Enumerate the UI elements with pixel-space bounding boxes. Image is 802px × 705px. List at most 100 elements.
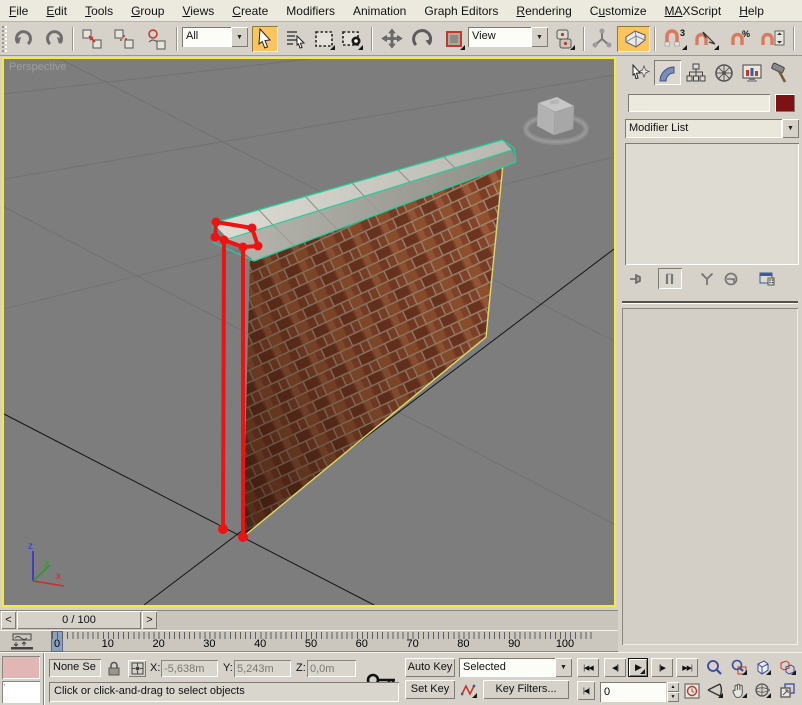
track-bar[interactable]: 0102030405060708090100: [0, 630, 618, 652]
selection-filter-combo[interactable]: All ▼: [182, 27, 248, 47]
menu-item-graph-editors[interactable]: Graph Editors: [415, 2, 507, 20]
dropdown-arrow-icon[interactable]: ▼: [555, 658, 572, 677]
maxscript-listener-macro[interactable]: [2, 656, 40, 679]
box-object[interactable]: [526, 97, 586, 142]
maxscript-listener-input[interactable]: ': [2, 681, 40, 703]
absolute-offset-mode-icon[interactable]: [128, 660, 146, 677]
show-end-result-button[interactable]: [658, 268, 682, 289]
time-configuration-button[interactable]: [682, 681, 701, 701]
menu-item-views[interactable]: Views: [173, 2, 223, 20]
modifier-list-dropdown[interactable]: Modifier List ▼: [625, 119, 799, 138]
bind-to-space-warp-button[interactable]: [143, 26, 169, 52]
field-of-view-button[interactable]: [704, 681, 725, 700]
window-crossing-toggle-button[interactable]: [339, 26, 365, 52]
menu-item-edit[interactable]: Edit: [37, 2, 76, 20]
selection-lock-icon[interactable]: [105, 660, 123, 677]
z-coordinate-field[interactable]: [307, 660, 356, 677]
object-color-swatch[interactable]: [775, 94, 795, 112]
menu-item-customize[interactable]: Customize: [581, 2, 656, 20]
key-filters-button[interactable]: Key Filters...: [483, 680, 569, 699]
previous-frame-arrow[interactable]: <: [1, 611, 16, 629]
tab-create[interactable]: [626, 60, 653, 85]
redo-button[interactable]: [40, 26, 66, 52]
reference-coordsys-combo[interactable]: View ▼: [468, 27, 548, 47]
menu-item-rendering[interactable]: Rendering: [507, 2, 580, 20]
ruler-label: 90: [499, 638, 529, 650]
select-and-rotate-button[interactable]: [409, 26, 435, 52]
3dsmax-window: FileEditToolsGroupViewsCreateModifiersAn…: [0, 0, 802, 705]
next-frame-arrow[interactable]: >: [142, 611, 157, 629]
undo-button[interactable]: [12, 26, 38, 52]
current-frame-field[interactable]: [600, 682, 666, 702]
zoom-button[interactable]: [704, 658, 725, 677]
default-tangent-button[interactable]: [459, 680, 479, 700]
keyboard-shortcut-override-button[interactable]: [617, 26, 650, 52]
timeline-ruler[interactable]: 0102030405060708090100: [44, 631, 618, 652]
frame-spinner-down[interactable]: ▼: [667, 692, 679, 702]
rectangular-selection-region-button[interactable]: [311, 26, 337, 52]
percent-snap-toggle-button[interactable]: %: [727, 26, 757, 52]
tab-modify[interactable]: [654, 60, 681, 85]
arc-rotate-button[interactable]: [752, 681, 773, 700]
tab-hierarchy[interactable]: [682, 60, 709, 85]
toolbar-separator: [176, 27, 178, 51]
dropdown-arrow-icon[interactable]: ▼: [782, 119, 799, 138]
x-coordinate-field[interactable]: [161, 660, 218, 677]
viewport-scene: z y x: [4, 59, 614, 605]
min-max-toggle-button[interactable]: [777, 681, 798, 700]
previous-frame-button[interactable]: ◀||: [604, 658, 626, 677]
toolbar-separator: [72, 27, 74, 51]
select-and-manipulate-button[interactable]: [589, 26, 615, 52]
toolbar-grip[interactable]: [2, 26, 7, 52]
viewport-label[interactable]: Perspective: [9, 61, 66, 73]
menu-item-maxscript[interactable]: MAXScript: [656, 2, 731, 20]
time-slider-button[interactable]: 0 / 100: [17, 611, 141, 629]
unlink-selection-button[interactable]: [111, 26, 137, 52]
tab-display[interactable]: [738, 60, 765, 85]
menu-item-tools[interactable]: Tools: [76, 2, 122, 20]
go-to-start-button[interactable]: |◀◀: [577, 658, 599, 677]
perspective-viewport[interactable]: z y x Perspective: [2, 57, 616, 607]
select-and-move-button[interactable]: [379, 26, 405, 52]
time-slider-track[interactable]: < 0 / 100 >: [0, 610, 618, 630]
remove-modifier-button[interactable]: [719, 268, 743, 289]
menu-item-help[interactable]: Help: [730, 2, 773, 20]
menu-item-animation[interactable]: Animation: [344, 2, 415, 20]
frame-spinner-up[interactable]: ▲: [667, 682, 679, 692]
menu-item-file[interactable]: File: [0, 2, 37, 20]
dropdown-arrow-icon[interactable]: ▼: [231, 27, 248, 47]
modifier-stack-list[interactable]: [625, 143, 799, 265]
snaps-toggle-button[interactable]: 3: [659, 26, 689, 52]
next-frame-button[interactable]: ||▶: [651, 658, 673, 677]
auto-key-button[interactable]: Auto Key: [405, 658, 455, 677]
mini-curve-editor-button[interactable]: [2, 632, 42, 651]
zoom-extents-button[interactable]: [752, 658, 773, 677]
pin-stack-button[interactable]: [624, 268, 648, 289]
menu-item-group[interactable]: Group: [122, 2, 173, 20]
play-button[interactable]: ▶: [628, 658, 648, 677]
menu-item-modifiers[interactable]: Modifiers: [277, 2, 344, 20]
set-key-button[interactable]: Set Key: [405, 680, 455, 699]
use-pivot-point-center-button[interactable]: [551, 26, 577, 52]
menu-item-create[interactable]: Create: [223, 2, 277, 20]
pan-view-button[interactable]: [728, 681, 749, 700]
angle-snap-toggle-button[interactable]: [691, 26, 721, 52]
y-coordinate-field[interactable]: [234, 660, 291, 677]
tab-utilities[interactable]: [766, 60, 793, 85]
dropdown-arrow-icon[interactable]: ▼: [531, 27, 548, 47]
tab-motion[interactable]: [710, 60, 737, 85]
select-and-scale-button[interactable]: [441, 26, 467, 52]
toolbar-separator: [793, 27, 795, 51]
go-to-end-button[interactable]: ▶▶|: [676, 658, 698, 677]
key-mode-combo[interactable]: Selected ▼: [459, 658, 572, 677]
configure-modifier-sets-button[interactable]: [755, 268, 779, 289]
zoom-all-button[interactable]: [728, 658, 749, 677]
make-unique-button[interactable]: [695, 268, 719, 289]
select-object-button[interactable]: [252, 26, 278, 52]
zoom-extents-all-button[interactable]: [777, 658, 798, 677]
object-name-field[interactable]: [628, 94, 770, 112]
select-and-link-button[interactable]: [79, 26, 105, 52]
key-mode-toggle-button[interactable]: |◀|: [577, 681, 595, 700]
select-by-name-button[interactable]: [283, 26, 309, 52]
spinner-snap-toggle-button[interactable]: [757, 26, 789, 52]
